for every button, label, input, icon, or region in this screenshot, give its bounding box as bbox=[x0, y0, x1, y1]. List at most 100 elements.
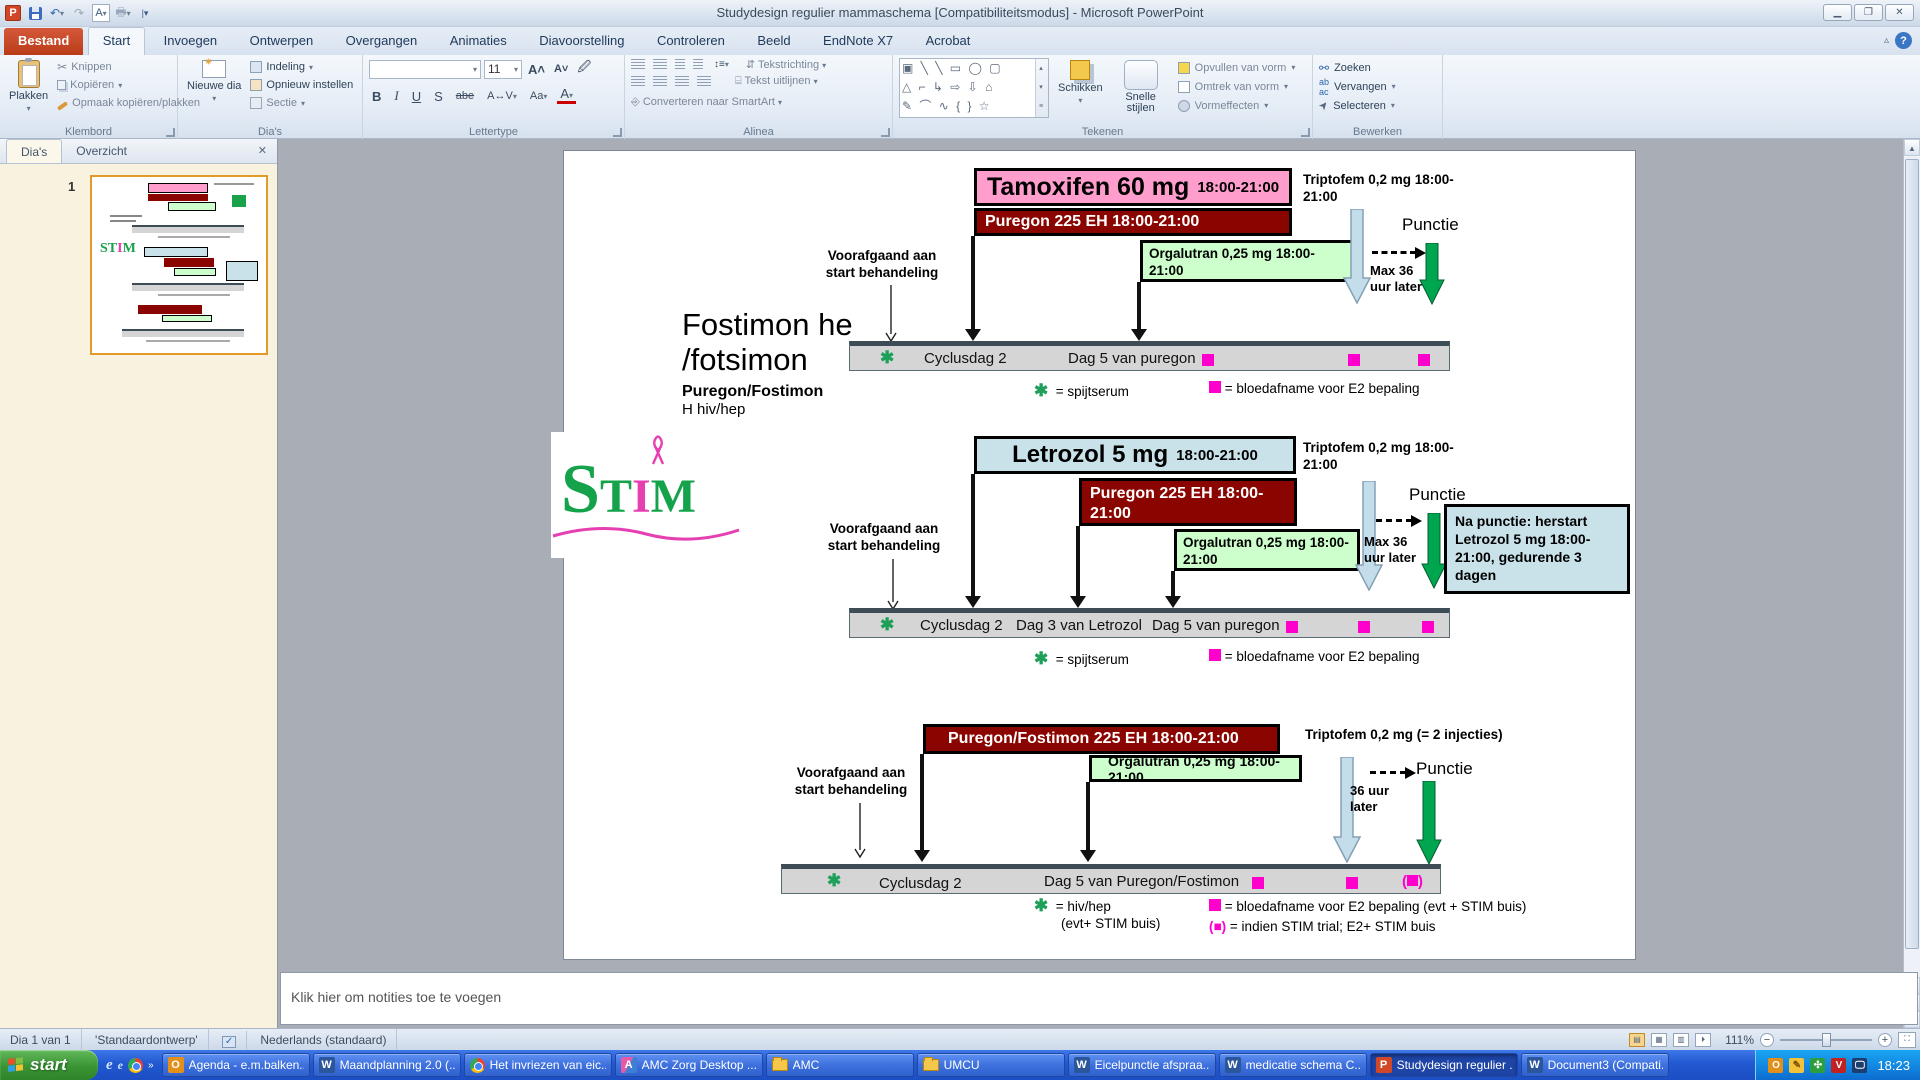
na-punctie-box[interactable]: Na punctie: herstart Letrozol 5 mg 18:00… bbox=[1444, 504, 1630, 594]
taskbar-item-agenda[interactable]: OAgenda - e.m.balken... bbox=[162, 1053, 310, 1077]
orgalutran-box-2[interactable]: Orgalutran 0,25 mg 18:00-21:00 bbox=[1174, 529, 1360, 571]
punctie-label-1[interactable]: Punctie bbox=[1402, 215, 1459, 235]
shape-outline-button[interactable]: Omtrek van vorm▾ bbox=[1178, 77, 1296, 96]
scrollbar-thumb[interactable] bbox=[1905, 159, 1919, 949]
fostimon-text-block[interactable]: Fostimon he /fotsimon Puregon/Fostimon H… bbox=[682, 307, 853, 418]
slideshow-icon[interactable]: ⏵ bbox=[1695, 1033, 1711, 1047]
fit-to-window-icon[interactable]: ⛶ bbox=[1898, 1032, 1916, 1048]
find-button[interactable]: ⚯Zoeken bbox=[1319, 58, 1438, 77]
tray-icon-antivirus[interactable]: V bbox=[1831, 1058, 1846, 1073]
new-slide-button[interactable]: Nieuwe dia ▾ bbox=[184, 58, 244, 112]
voorafgaand-label-3[interactable]: Voorafgaand aan start behandeling bbox=[781, 764, 921, 798]
character-spacing-button[interactable]: A↔V▾ bbox=[484, 90, 520, 102]
shape-fill-button[interactable]: Opvullen van vorm▾ bbox=[1178, 58, 1296, 77]
internet-explorer-icon[interactable]: e bbox=[118, 1058, 123, 1073]
close-button[interactable]: ✕ bbox=[1885, 4, 1914, 21]
dialog-launcher-icon[interactable] bbox=[613, 128, 622, 137]
zoom-slider-thumb[interactable] bbox=[1822, 1033, 1831, 1047]
letrozol-box[interactable]: Letrozol 5 mg 18:00-21:00 bbox=[974, 436, 1296, 474]
arrange-button[interactable]: Schikken ▾ bbox=[1055, 58, 1106, 118]
shapes-gallery[interactable]: ▣ ╲ ╲ ▭ ◯ ▢ △ ⌐ ↳ ⇨ ⇩ ⌂ ✎ ⌒ ∿ { } ☆ ▴▾≡ bbox=[899, 58, 1049, 118]
shape-effects-button[interactable]: Vormeffecten▾ bbox=[1178, 96, 1296, 115]
blue-block-arrow-1[interactable] bbox=[1343, 209, 1371, 304]
timeline-bar-2[interactable]: ✱ Cyclusdag 2 Dag 3 van Letrozol Dag 5 v… bbox=[849, 608, 1450, 638]
reset-button[interactable]: Opnieuw instellen bbox=[250, 76, 353, 94]
voorafgaand-label-2[interactable]: Voorafgaand aan start behandeling bbox=[814, 520, 954, 554]
puregon-fostimon-box[interactable]: Puregon/Fostimon 225 EH 18:00-21:00 bbox=[923, 724, 1280, 754]
shapes-scrollbar[interactable]: ▴▾≡ bbox=[1035, 59, 1048, 118]
increase-indent-icon[interactable] bbox=[693, 59, 703, 70]
clear-formatting-button[interactable]: 🖉 bbox=[574, 58, 594, 80]
orgalutran-box-3[interactable]: Orgalutran 0,25 mg 18:00-21:00 bbox=[1089, 755, 1302, 782]
font-name-select[interactable]: ▾ bbox=[369, 60, 481, 79]
bold-button[interactable]: B bbox=[369, 89, 384, 104]
quick-styles-button[interactable]: Snelle stijlen bbox=[1112, 58, 1170, 118]
taskbar-item-maandplanning[interactable]: WMaandplanning 2.0 (... bbox=[313, 1053, 461, 1077]
bullets-icon[interactable] bbox=[631, 59, 645, 70]
smartart-button[interactable]: ⎆ Converteren naar SmartArt ▾ bbox=[631, 96, 782, 108]
minimize-button[interactable]: ▁ bbox=[1823, 4, 1852, 21]
font-size-select[interactable]: 11▾ bbox=[484, 60, 522, 79]
tab-ontwerpen[interactable]: Ontwerpen bbox=[236, 28, 328, 56]
tab-dias-pane[interactable]: Dia's bbox=[6, 139, 62, 163]
orgalutran-box-1[interactable]: Orgalutran 0,25 mg 18:00-21:00 bbox=[1140, 240, 1355, 282]
timeline-bar-3[interactable]: ✱ Cyclusdag 2 Dag 5 van Puregon/Fostimon… bbox=[781, 864, 1441, 894]
shrink-font-button[interactable]: A˅ bbox=[551, 63, 571, 75]
dialog-launcher-icon[interactable] bbox=[881, 128, 890, 137]
numbering-icon[interactable] bbox=[653, 59, 667, 70]
punctie-label-3[interactable]: Punctie bbox=[1416, 759, 1473, 779]
decrease-indent-icon[interactable] bbox=[675, 59, 685, 70]
chrome-icon[interactable] bbox=[128, 1058, 143, 1073]
paste-button[interactable]: Plakken ▾ bbox=[6, 58, 51, 115]
dialog-launcher-icon[interactable] bbox=[166, 128, 175, 137]
uur36-label-3[interactable]: 36 uur later bbox=[1350, 783, 1389, 815]
restore-button[interactable]: ❐ bbox=[1854, 4, 1883, 21]
change-case-button[interactable]: Aa▾ bbox=[527, 90, 550, 102]
taskbar-item-studydesign[interactable]: PStudydesign regulier ... bbox=[1370, 1053, 1518, 1077]
language-status[interactable]: Nederlands (standaard) bbox=[250, 1029, 397, 1051]
zoom-slider[interactable] bbox=[1780, 1039, 1872, 1041]
taskbar-item-amc-folder[interactable]: AMC bbox=[766, 1053, 914, 1077]
triptofem-label-2[interactable]: Triptofem 0,2 mg 18:00-21:00 bbox=[1303, 439, 1465, 473]
align-right-icon[interactable] bbox=[675, 76, 689, 87]
align-text-button[interactable]: ⌸ Tekst uitlijnen ▾ bbox=[735, 75, 818, 88]
taskbar-item-umcu-folder[interactable]: UMCU bbox=[917, 1053, 1065, 1077]
tray-icon-display[interactable]: 🖵 bbox=[1852, 1058, 1867, 1073]
max36-label-2[interactable]: Max 36 uur later bbox=[1364, 534, 1420, 566]
tamoxifen-box[interactable]: Tamoxifen 60 mg 18:00-21:00 bbox=[974, 168, 1292, 206]
tab-diavoorstelling[interactable]: Diavoorstelling bbox=[525, 28, 638, 56]
strikethrough-button[interactable]: abe bbox=[453, 90, 477, 102]
font-color-button[interactable]: A▾ bbox=[557, 88, 576, 104]
quick-launch-overflow-icon[interactable]: » bbox=[148, 1060, 154, 1071]
puregon-box-1[interactable]: Puregon 225 EH 18:00-21:00 bbox=[974, 208, 1292, 236]
tab-start[interactable]: Start bbox=[88, 27, 145, 55]
triptofem-label-3[interactable]: Triptofem 0,2 mg (= 2 injecties) bbox=[1305, 727, 1503, 742]
taskbar-item-eicelpunctie[interactable]: WEicelpunctie afspraa... bbox=[1068, 1053, 1216, 1077]
vertical-scrollbar[interactable]: ▲ ▼ ▲▲ ▼▼ bbox=[1903, 139, 1920, 1028]
notes-panel[interactable]: Klik hier om notities toe te voegen bbox=[280, 972, 1918, 1025]
green-block-arrow-3[interactable] bbox=[1416, 781, 1442, 865]
internet-explorer-icon[interactable]: e bbox=[106, 1057, 113, 1074]
help-icon[interactable]: ? bbox=[1895, 32, 1912, 49]
tab-beeld[interactable]: Beeld bbox=[743, 28, 804, 56]
tray-icon-green[interactable]: ✣ bbox=[1810, 1058, 1825, 1073]
tab-endnote[interactable]: EndNote X7 bbox=[809, 28, 907, 56]
puregon-box-2[interactable]: Puregon 225 EH 18:00-21:00 bbox=[1079, 478, 1297, 526]
stim-logo[interactable]: S T I M bbox=[551, 432, 743, 558]
outlook-tray-icon[interactable]: O bbox=[1768, 1058, 1783, 1073]
taskbar-item-invriezen[interactable]: Het invriezen van eic... bbox=[464, 1053, 612, 1077]
tab-animaties[interactable]: Animaties bbox=[436, 28, 521, 56]
underline-button[interactable]: U bbox=[409, 89, 424, 104]
zoom-level[interactable]: 111% bbox=[1725, 1033, 1754, 1047]
reading-view-icon[interactable]: ▥ bbox=[1673, 1033, 1689, 1047]
select-button[interactable]: ➤Selecteren▾ bbox=[1319, 96, 1438, 115]
tab-overgangen[interactable]: Overgangen bbox=[332, 28, 432, 56]
tab-acrobat[interactable]: Acrobat bbox=[912, 28, 985, 56]
voorafgaand-label-1[interactable]: Voorafgaand aan start behandeling bbox=[812, 247, 952, 281]
layout-button[interactable]: Indeling▾ bbox=[250, 58, 353, 76]
dialog-launcher-icon[interactable] bbox=[1301, 128, 1310, 137]
italic-button[interactable]: I bbox=[391, 88, 401, 104]
slide-thumbnail[interactable]: STIM bbox=[90, 175, 268, 355]
max36-label-1[interactable]: Max 36 uur later bbox=[1370, 263, 1434, 295]
text-direction-button[interactable]: ⇵ Tekstrichting ▾ bbox=[746, 58, 826, 71]
